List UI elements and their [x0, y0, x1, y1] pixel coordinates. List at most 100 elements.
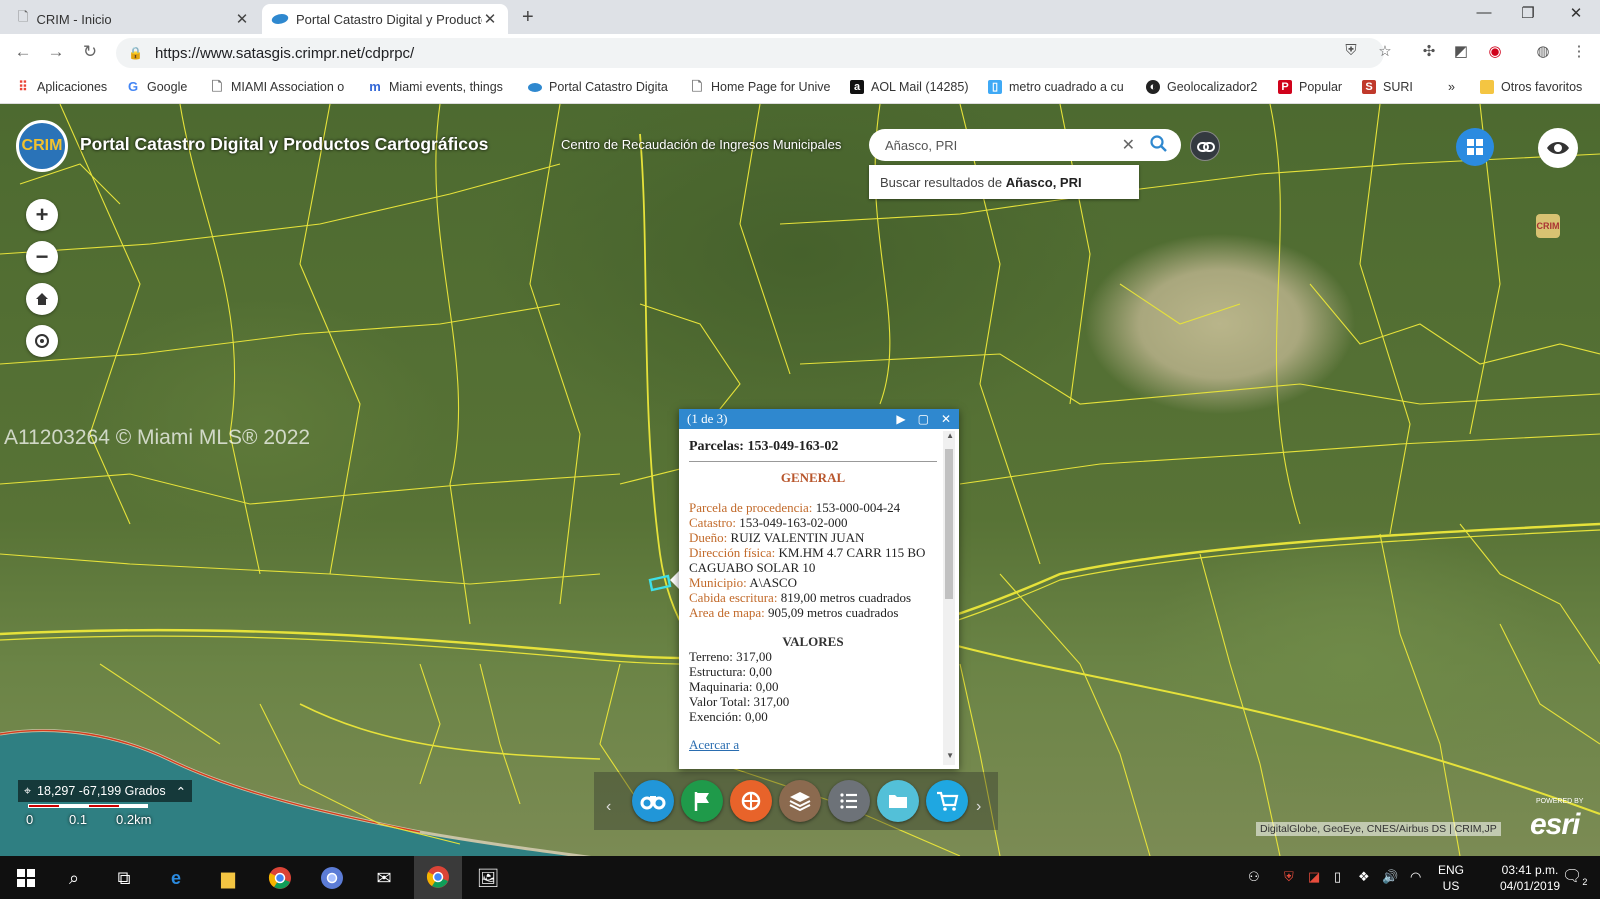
mail-icon[interactable]: ✉ [370, 864, 398, 892]
input-language[interactable]: ENG US [1438, 862, 1464, 894]
popup-header: (1 de 3) ▶ ▢ ✕ [679, 409, 959, 429]
chrome-icon[interactable] [266, 864, 294, 892]
tab-title: Portal Catastro Digital y Producto [296, 11, 482, 27]
minimize-icon[interactable]: — [1464, 4, 1504, 21]
clear-search-icon[interactable]: ✕ [1122, 135, 1135, 155]
maximize-icon[interactable]: ❐ [1508, 4, 1548, 22]
list-tool-button[interactable] [828, 780, 870, 822]
extension-shield-icon[interactable]: ⛨ [1340, 42, 1362, 59]
bookmark-portal-catastro[interactable]: Portal Catastro Digita [528, 80, 668, 94]
home-button[interactable] [26, 283, 58, 315]
flag-tool-button[interactable] [681, 780, 723, 822]
tab-crim-inicio[interactable]: 🗋 CRIM - Inicio ✕ [8, 4, 260, 34]
measure-tool-button[interactable] [730, 780, 772, 822]
field-row: Area de mapa: 905,09 metros cuadrados [689, 605, 937, 620]
crim-mini-logo[interactable]: CRIM [1536, 214, 1560, 238]
wifi-icon[interactable]: ◠ [1410, 869, 1421, 885]
bookmark-miami-events[interactable]: m Miami events, things [368, 80, 503, 95]
zoom-to-link[interactable]: Acercar a [689, 737, 739, 753]
search-icon[interactable] [1149, 134, 1169, 154]
folder-tool-button[interactable] [877, 780, 919, 822]
extension-cast-icon[interactable]: ◩ [1450, 42, 1472, 60]
bookmark-aol-mail[interactable]: a AOL Mail (14285) [850, 80, 969, 94]
tab-portal-catastro[interactable]: Portal Catastro Digital y Producto ✕ [262, 4, 508, 34]
scroll-up-icon[interactable]: ▲ [946, 431, 954, 440]
close-popup-icon[interactable]: ✕ [941, 412, 951, 427]
map-attribution: DigitalGlobe, GeoEye, CNES/Airbus DS | C… [1256, 822, 1501, 836]
maximize-popup-icon[interactable]: ▢ [918, 412, 929, 427]
windows-start-icon[interactable] [12, 864, 40, 892]
search-box: ✕ [869, 129, 1181, 161]
field-row: Dirección física: KM.HM 4.7 CARR 115 BO … [689, 545, 937, 575]
star-icon[interactable]: ☆ [1374, 42, 1396, 60]
share-link-button[interactable] [1190, 131, 1220, 161]
next-result-icon[interactable]: ▶ [896, 412, 905, 427]
bookmark-home-page[interactable]: 🗋 Home Page for Unive [690, 80, 831, 95]
people-icon[interactable]: ⚇ [1248, 869, 1260, 885]
bookmark-popular[interactable]: P Popular [1278, 80, 1342, 94]
valor-row: Valor Total: 317,00 [689, 694, 790, 709]
task-view-icon[interactable]: ⧉ [110, 864, 138, 892]
acrobat-icon[interactable]: ◪ [1308, 869, 1320, 885]
toolbar-next-icon[interactable]: › [976, 798, 981, 816]
extension-red-icon[interactable]: ◉ [1484, 42, 1506, 60]
reload-icon[interactable]: ↻ [77, 42, 103, 62]
menu-kebab-icon[interactable]: ⋮ [1568, 42, 1590, 60]
bookmark-aplicaciones[interactable]: ⠿ Aplicaciones [16, 80, 107, 95]
crim-logo[interactable]: CRIM [16, 120, 68, 172]
close-tab-icon[interactable]: ✕ [234, 10, 250, 28]
map-canvas[interactable]: CRIM Portal Catastro Digital y Productos… [0, 104, 1600, 856]
bookmark-miami-association[interactable]: 🗋 MIAMI Association o [210, 80, 344, 95]
security-shield-icon[interactable]: ⛨ [1284, 869, 1294, 885]
edge-browser-icon[interactable]: e [162, 864, 190, 892]
field-row: Catastro: 153-049-163-02-000 [689, 515, 937, 530]
dropbox-icon[interactable]: ❖ [1358, 869, 1370, 885]
battery-icon[interactable]: ▯ [1334, 869, 1341, 885]
locate-button[interactable] [26, 325, 58, 357]
address-bar[interactable]: 🔒 https://www.satasgis.crimpr.net/cdprpc… [116, 38, 1384, 68]
zoom-out-button[interactable]: − [26, 241, 58, 273]
system-clock[interactable]: 03:41 p.m. 04/01/2019 [1500, 862, 1560, 894]
scale-bar [28, 804, 148, 808]
scale-label: 0 [26, 812, 34, 827]
suggestion-prefix: Buscar resultados de [880, 175, 1006, 190]
layers-tool-button[interactable] [779, 780, 821, 822]
widgets-grid-button[interactable] [1456, 128, 1494, 166]
visibility-toggle-button[interactable] [1538, 128, 1578, 168]
notifications-icon[interactable]: 🗨2 [1562, 866, 1587, 887]
binoculars-icon [640, 796, 666, 810]
valor-row: Exención: 0,00 [689, 709, 768, 724]
chevron-up-icon[interactable]: ⌃ [176, 784, 186, 799]
esri-logo[interactable]: esri [1530, 808, 1580, 842]
extension-puzzle-icon[interactable]: ✣ [1418, 42, 1440, 60]
forward-arrow-icon[interactable]: → [43, 42, 69, 62]
new-tab-button[interactable]: + [522, 6, 534, 29]
search-suggestion[interactable]: Buscar resultados de Añasco, PRI [869, 165, 1139, 199]
toolbar-prev-icon[interactable]: ‹ [606, 798, 611, 816]
back-arrow-icon[interactable]: ← [10, 42, 36, 62]
bookmark-other-favorites[interactable]: Otros favoritos [1480, 80, 1582, 94]
close-window-icon[interactable]: ✕ [1556, 4, 1596, 22]
profile-avatar-icon[interactable]: ◍ [1532, 42, 1554, 60]
notification-count: 2 [1582, 877, 1588, 888]
taskbar-active-chrome[interactable] [414, 856, 462, 899]
chrome-app-icon[interactable] [318, 864, 346, 892]
coordinate-text: 18,297 -67,199 Grados [37, 784, 166, 798]
volume-icon[interactable]: 🔊 [1382, 869, 1398, 885]
cart-tool-button[interactable] [926, 780, 968, 822]
popup-scroll-thumb[interactable] [945, 449, 953, 599]
search-icon[interactable]: ⌕ [60, 864, 88, 892]
bookmarks-overflow-button[interactable]: » [1448, 80, 1455, 94]
scroll-down-icon[interactable]: ▼ [946, 751, 954, 760]
bookmark-suri[interactable]: S SURI [1362, 80, 1413, 94]
bookmark-geolocalizador[interactable]: ◐ Geolocalizador2 [1146, 80, 1257, 94]
zoom-in-button[interactable]: + [26, 199, 58, 231]
close-tab-icon[interactable]: ✕ [482, 10, 498, 28]
mls-watermark: A11203264 © Miami MLS® 2022 [4, 426, 311, 449]
photos-icon[interactable]: 🖼 [474, 864, 502, 892]
bookmark-google[interactable]: G Google [126, 80, 187, 95]
file-explorer-icon[interactable]: ▆ [214, 864, 242, 892]
binoculars-tool-button[interactable] [632, 780, 674, 822]
bookmark-metro-cuadrado[interactable]: ▯ metro cuadrado a cu [988, 80, 1124, 94]
search-input[interactable] [885, 137, 1115, 153]
